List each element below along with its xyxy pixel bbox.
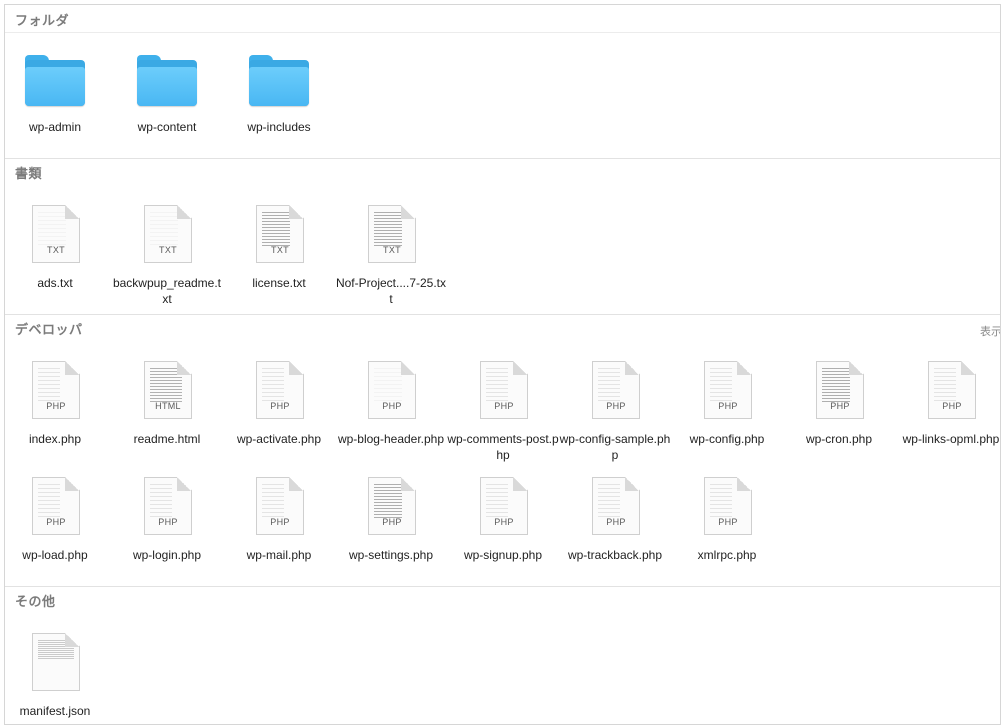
file-type-badge: TXT: [47, 245, 65, 255]
item-label: manifest.json: [19, 704, 91, 718]
page-fold: [289, 477, 303, 491]
item-label: index.php: [28, 432, 82, 446]
file-type-badge: PHP: [718, 517, 738, 527]
folder-icon: [137, 55, 197, 107]
page-fold: [289, 361, 303, 375]
file-type-badge: PHP: [606, 401, 626, 411]
file-type-badge: TXT: [383, 245, 401, 255]
item-label: license.txt: [252, 276, 306, 290]
show-more-link[interactable]: 表示: [980, 323, 1000, 339]
item-label: wp-cron.php: [805, 432, 873, 446]
item-label: backwpup_readme.txt: [112, 276, 222, 306]
page-fold: [65, 205, 79, 219]
page-fold: [737, 361, 751, 375]
page-fold: [401, 361, 415, 375]
item-label: wp-blog-header.php: [337, 432, 445, 446]
item-label: Nof-Project....7-25.txt: [335, 276, 447, 306]
section-header-divider: [5, 32, 1000, 33]
item-label: xmlrpc.php: [697, 548, 757, 562]
folder-icon: [25, 55, 85, 107]
file-type-badge: PHP: [494, 401, 514, 411]
folder-icon: [249, 55, 309, 107]
page-fold: [961, 361, 975, 375]
page-fold: [289, 205, 303, 219]
page-fold: [177, 361, 191, 375]
item-label: wp-load.php: [22, 548, 88, 562]
file-type-badge: PHP: [494, 517, 514, 527]
item-label: wp-config.php: [689, 432, 765, 446]
page-fold: [177, 477, 191, 491]
section-title-other: その他: [15, 594, 56, 609]
page-fold: [737, 477, 751, 491]
section-title-developer: デベロッパ: [15, 322, 83, 337]
page-fold: [625, 361, 639, 375]
section-title-documents: 書類: [15, 166, 43, 181]
page-fold: [401, 477, 415, 491]
item-label: wp-signup.php: [463, 548, 543, 562]
section-divider: [5, 314, 1000, 315]
file-type-badge: PHP: [270, 517, 290, 527]
item-label: wp-includes: [247, 120, 311, 134]
file-type-badge: PHP: [46, 401, 66, 411]
finder-window: フォルダ 書類 デベロッパ 表示 その他 wp-admin wp-content w…: [4, 4, 1001, 725]
item-label: wp-config-sample.php: [559, 432, 671, 462]
section-title-folders: フォルダ: [15, 13, 70, 28]
page-fold: [401, 205, 415, 219]
item-label: wp-login.php: [132, 548, 202, 562]
file-type-badge: PHP: [46, 517, 66, 527]
page-fold: [65, 361, 79, 375]
item-label: ads.txt: [37, 276, 73, 290]
file-type-badge: PHP: [382, 401, 402, 411]
page-fold: [177, 205, 191, 219]
item-label: wp-trackback.php: [567, 548, 663, 562]
file-type-badge: PHP: [158, 517, 178, 527]
item-label: wp-settings.php: [348, 548, 434, 562]
item-label: wp-content: [137, 120, 197, 134]
file-type-badge: TXT: [159, 245, 177, 255]
item-label: wp-comments-post.php: [447, 432, 559, 462]
section-other: その他: [5, 586, 1000, 724]
file-type-badge: PHP: [718, 401, 738, 411]
page-fold: [65, 633, 79, 647]
item-label: wp-links-opml.php: [902, 432, 1000, 446]
page-fold: [65, 477, 79, 491]
section-divider: [5, 586, 1000, 587]
page-fold: [625, 477, 639, 491]
file-type-badge: PHP: [606, 517, 626, 527]
item-label: wp-mail.php: [246, 548, 312, 562]
page-fold: [513, 361, 527, 375]
section-divider: [5, 158, 1000, 159]
file-type-badge: PHP: [270, 401, 290, 411]
page-fold: [849, 361, 863, 375]
file-type-badge: PHP: [830, 401, 850, 411]
file-type-badge: TXT: [271, 245, 289, 255]
file-type-badge: PHP: [382, 517, 402, 527]
item-label: wp-admin: [28, 120, 82, 134]
file-type-badge: PHP: [942, 401, 962, 411]
item-label: wp-activate.php: [236, 432, 322, 446]
file-type-badge: HTML: [155, 401, 181, 411]
item-label: readme.html: [133, 432, 201, 446]
page-fold: [513, 477, 527, 491]
